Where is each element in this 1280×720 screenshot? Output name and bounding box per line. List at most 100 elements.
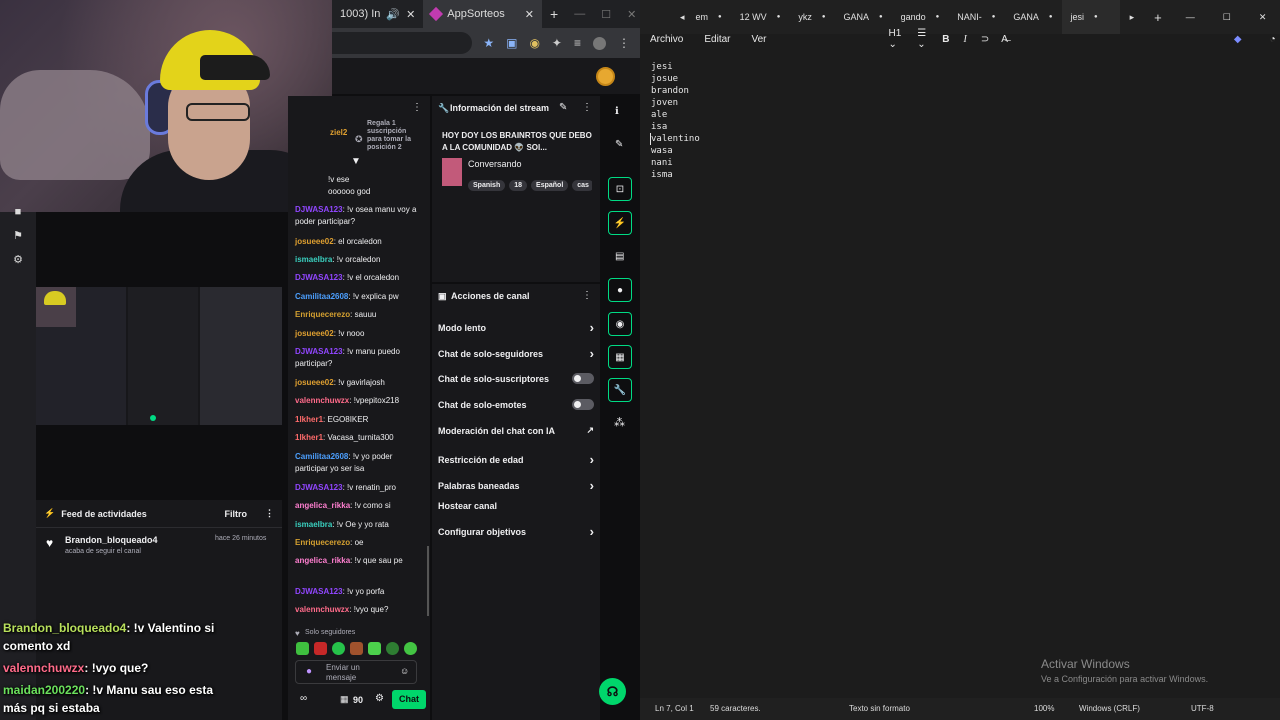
add-action-icon[interactable]: ⁂ (614, 416, 625, 429)
speaker-icon[interactable]: 🔊 (386, 8, 400, 21)
channel-action-item[interactable]: Palabras baneadas › (438, 478, 594, 493)
list-icon[interactable]: ☰ ⌄ (917, 28, 926, 50)
maximize-button[interactable]: ☐ (593, 8, 619, 21)
collapse-icon[interactable]: ▼ (351, 156, 361, 167)
channel-action-item[interactable]: Chat de solo-suscriptores (438, 373, 594, 384)
chat-username[interactable]: ismaelbra (295, 255, 332, 264)
profile-icon[interactable] (593, 36, 606, 50)
emote-icon[interactable] (350, 642, 363, 655)
menu-dots-icon[interactable]: ⋮ (265, 508, 274, 519)
channel-action-item[interactable]: Configurar objetivos › (438, 524, 594, 539)
unsaved-dot-icon[interactable]: ● (822, 14, 826, 20)
unsaved-dot-icon[interactable]: ● (1049, 14, 1053, 20)
close-window-button[interactable]: ✕ (1245, 12, 1280, 23)
chat-username[interactable]: DJWASA123 (295, 347, 343, 356)
italic-icon[interactable]: I (964, 34, 967, 45)
zoom-level[interactable]: 100% (1034, 704, 1054, 713)
menu-dots-icon[interactable]: ⋮ (582, 290, 592, 301)
chat-username[interactable]: valennchuwzx (295, 605, 349, 614)
chat-username[interactable]: angelica_rikka (295, 501, 350, 510)
unsaved-dot-icon[interactable]: ● (777, 14, 781, 20)
channel-action-item[interactable]: Chat de solo-emotes (438, 399, 594, 410)
new-tab-button[interactable]: + (1144, 10, 1172, 25)
heading-select[interactable]: H1 ⌄ (889, 28, 902, 50)
edit-icon[interactable]: ✎ (559, 102, 567, 113)
puzzle-icon[interactable]: ✦ (552, 36, 562, 50)
chat-username[interactable]: DJWASA123 (295, 587, 343, 596)
new-tab-button[interactable]: + (542, 6, 566, 22)
lightning-icon[interactable]: ⚡ (608, 211, 632, 235)
chat-username[interactable]: josueee02 (295, 237, 334, 246)
chat-username[interactable]: josueee02 (295, 378, 334, 387)
chat-username[interactable]: DJWASA123 (295, 483, 343, 492)
menu-dots-icon[interactable]: ⋮ (618, 36, 630, 50)
notes-icon[interactable]: ▤ (615, 251, 624, 262)
chat-send-button[interactable]: Chat (392, 690, 426, 709)
chat-settings-icon[interactable]: ⚙ (375, 693, 384, 704)
broadcast-icon[interactable]: ◉ (608, 312, 632, 336)
clear-format-icon[interactable]: A̶ (1001, 34, 1008, 45)
chat-input[interactable]: ● Enviar un mensaje ☺ (295, 660, 417, 684)
gift-sub-text[interactable]: Regala 1 suscripción para tomar la posic… (367, 120, 417, 152)
emote-icon[interactable] (386, 642, 399, 655)
chat-scrollbar[interactable] (427, 546, 429, 616)
bold-icon[interactable]: B (942, 34, 949, 45)
stream-tag[interactable]: 18 (509, 180, 528, 191)
support-button[interactable]: ☊ (599, 678, 626, 705)
gear-icon[interactable]: ⚙ (10, 252, 26, 268)
chat-username[interactable]: angelica_rikka (295, 556, 350, 565)
chat-username[interactable]: 1lkher1 (295, 433, 323, 442)
text-format[interactable]: Texto sin formato (849, 704, 910, 713)
translate-icon[interactable]: ▣ (506, 36, 517, 50)
extension-icon[interactable]: ◉ (529, 36, 539, 50)
unsaved-dot-icon[interactable]: ● (1094, 14, 1098, 20)
menu-dots-icon[interactable]: ⋮ (412, 102, 422, 113)
stream-tag[interactable]: Español (531, 180, 569, 191)
chat-username[interactable]: 1lkher1 (295, 415, 323, 424)
media-icon[interactable]: ≡ (574, 36, 581, 50)
wrench-icon[interactable]: 🔧 (608, 378, 632, 402)
layout-icon[interactable]: ▦ (608, 345, 632, 369)
clip-icon[interactable]: ⊡ (608, 177, 632, 201)
channel-action-item[interactable]: Modo lento › (438, 320, 594, 335)
emote-icon[interactable] (296, 642, 309, 655)
users-icon[interactable]: ⚑ (10, 228, 26, 244)
unsaved-dot-icon[interactable]: ● (879, 14, 883, 20)
browser-tab-appsorteos[interactable]: AppSorteos ✕ (423, 0, 542, 28)
channel-action-item[interactable]: Restricción de edad › (438, 452, 594, 467)
address-bar[interactable] (332, 32, 472, 54)
chat-username[interactable]: valennchuwzx (295, 396, 349, 405)
chat-username[interactable]: josueee02 (295, 329, 334, 338)
unsaved-dot-icon[interactable]: ● (936, 14, 940, 20)
bookmark-star-icon[interactable]: ★ (483, 36, 494, 50)
chat-username[interactable]: Enriquecerezo (295, 310, 350, 319)
menu-editar[interactable]: Editar (704, 34, 730, 45)
maximize-button[interactable]: ☐ (1209, 12, 1245, 23)
chat-username[interactable]: ismaelbra (295, 520, 332, 529)
chat-username[interactable]: Camilitaa2608 (295, 452, 348, 461)
emote-icon[interactable] (404, 642, 417, 655)
chat-username[interactable]: Camilitaa2608 (295, 292, 348, 301)
menu-archivo[interactable]: Archivo (650, 34, 683, 45)
channel-action-item[interactable]: Moderación del chat con IA ↗ (438, 425, 594, 436)
channel-action-item[interactable]: Hostear canal (438, 501, 594, 511)
emote-icon[interactable] (368, 642, 381, 655)
chat-bubble-icon[interactable]: ● (608, 278, 632, 302)
menu-ver[interactable]: Ver (751, 34, 766, 45)
close-window-button[interactable]: ✕ (619, 8, 640, 21)
feed-event-user[interactable]: Brandon_bloqueado4 (65, 535, 158, 545)
category-name[interactable]: Conversando (468, 159, 522, 169)
minimize-button[interactable]: — (566, 8, 593, 20)
stream-preview[interactable] (36, 287, 282, 425)
mic-icon[interactable]: ● (306, 666, 312, 677)
toggle-switch[interactable] (572, 399, 594, 410)
link-icon[interactable]: ⊃ (981, 34, 989, 45)
chat-username[interactable]: Enriquecerezo (295, 538, 350, 547)
minimize-button[interactable]: — (1172, 12, 1209, 22)
emoji-icon[interactable]: ☺ (400, 666, 409, 676)
emote-icon[interactable] (314, 642, 327, 655)
chat-username[interactable]: DJWASA123 (295, 205, 343, 214)
home-icon[interactable]: ■ (10, 204, 26, 220)
user-avatar[interactable] (596, 67, 615, 86)
tab-scroll-left-icon[interactable]: ◂ (660, 12, 687, 23)
